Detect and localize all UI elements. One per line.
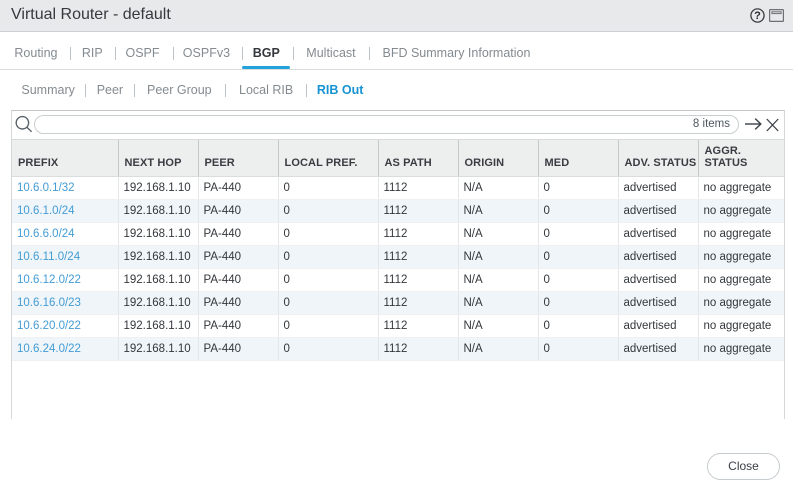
svg-text:?: ? <box>754 10 761 22</box>
